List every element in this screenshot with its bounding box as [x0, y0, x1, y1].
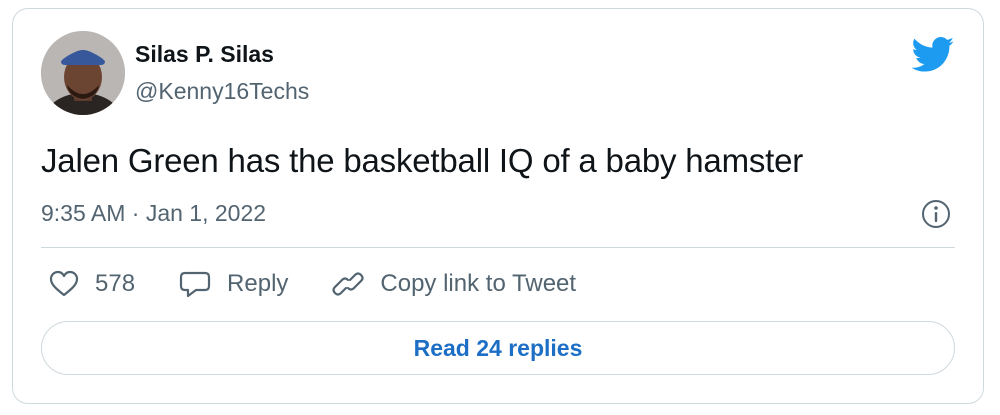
- reply-button[interactable]: Reply: [179, 269, 288, 299]
- display-name[interactable]: Silas P. Silas: [135, 41, 274, 68]
- avatar[interactable]: [41, 31, 125, 115]
- reply-label: Reply: [227, 270, 289, 297]
- speech-bubble-icon: [179, 271, 211, 298]
- link-icon: [332, 272, 364, 296]
- user-handle[interactable]: @Kenny16Techs: [135, 78, 309, 105]
- twitter-bird-icon[interactable]: [911, 37, 955, 73]
- heart-icon: [49, 270, 79, 297]
- info-icon[interactable]: [921, 199, 951, 229]
- copy-link-button[interactable]: Copy link to Tweet: [332, 269, 576, 299]
- tweet-text: Jalen Green has the basketball IQ of a b…: [41, 142, 804, 179]
- read-replies-button[interactable]: Read 24 replies: [41, 321, 955, 375]
- copy-link-label: Copy link to Tweet: [380, 270, 577, 297]
- divider: [41, 247, 955, 248]
- tweet-card: Silas P. Silas @Kenny16Techs Jalen Green…: [12, 8, 984, 404]
- tweet-actions: 578 Reply Copy link to Tweet: [49, 269, 620, 299]
- like-count: 578: [95, 270, 136, 297]
- tweet-timestamp[interactable]: 9:35 AM · Jan 1, 2022: [41, 200, 266, 227]
- like-button[interactable]: 578: [49, 270, 135, 298]
